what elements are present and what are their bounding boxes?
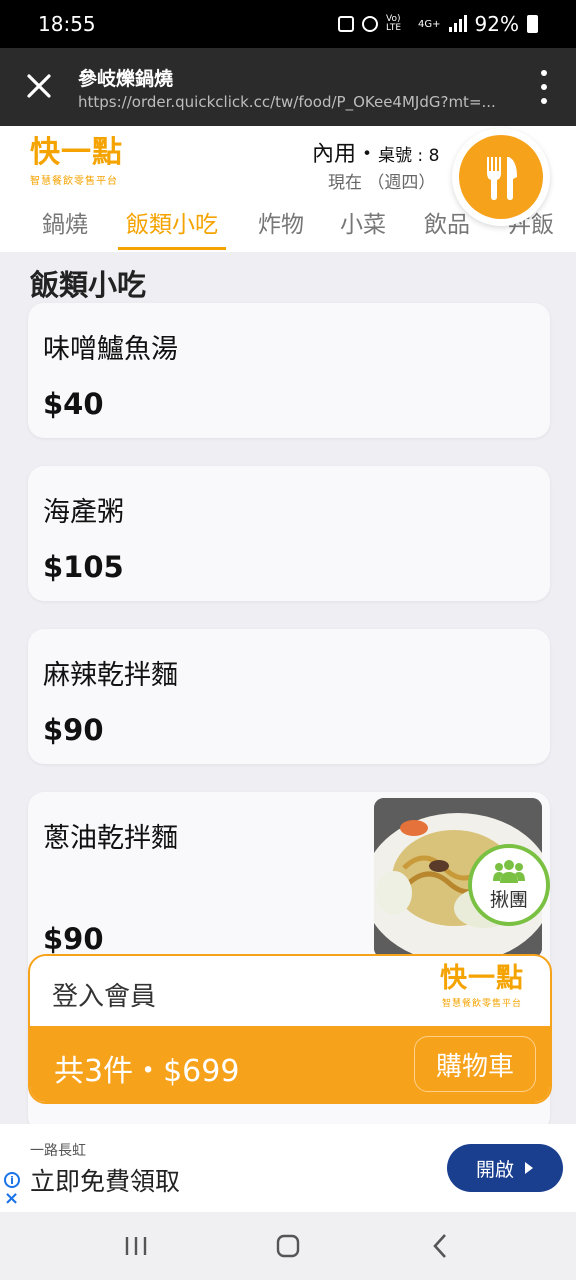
menu-item-price: $90 bbox=[43, 713, 104, 747]
order-time: 現在 （週四） bbox=[328, 173, 436, 193]
ad-open-label: 開啟 bbox=[475, 1158, 514, 1181]
back-button[interactable] bbox=[420, 1226, 460, 1266]
group-order-button[interactable]: 揪團 bbox=[468, 844, 550, 926]
more-options-button[interactable] bbox=[536, 70, 552, 104]
close-icon bbox=[27, 74, 51, 98]
close-button[interactable] bbox=[18, 65, 60, 107]
dot-icon bbox=[541, 98, 547, 104]
dining-mode: 內用 bbox=[312, 142, 357, 167]
ad-info-icon[interactable]: i bbox=[4, 1172, 20, 1188]
status-time: 18:55 bbox=[38, 12, 96, 36]
network-type-label: 4G+ bbox=[418, 18, 441, 30]
menu-item-name: 蔥油乾拌麵 bbox=[43, 823, 178, 854]
recent-apps-button[interactable] bbox=[116, 1226, 156, 1266]
ad-close-icon[interactable]: × bbox=[4, 1190, 19, 1208]
cart-button[interactable]: 購物車 bbox=[414, 1036, 536, 1092]
cart-brand-logo: 快一點 智慧餐飲零售平台 bbox=[440, 963, 524, 1010]
status-icons: Vo) LTE 4G+ 92% bbox=[338, 12, 538, 36]
order-info: 內用・桌號 : 8 bbox=[312, 142, 440, 167]
logo-text: 快一點 bbox=[440, 963, 524, 994]
logo-subtitle: 智慧餐飲零售平台 bbox=[441, 999, 522, 1009]
tab-rice-snacks[interactable]: 飯類小吃 bbox=[118, 206, 226, 250]
battery-icon bbox=[527, 15, 538, 33]
signal-icon bbox=[448, 15, 467, 32]
cart-panel: 登入會員 快一點 智慧餐飲零售平台 共3件・$699 購物車 bbox=[28, 954, 552, 1104]
logo-text: 快一點 bbox=[30, 135, 123, 170]
tab-side-dishes[interactable]: 小菜 bbox=[340, 206, 386, 250]
alarm-icon bbox=[362, 16, 379, 32]
app-notification-icon bbox=[338, 16, 355, 32]
tab-drinks[interactable]: 飲品 bbox=[424, 206, 470, 250]
fork-knife-icon bbox=[487, 157, 517, 200]
cart-bar[interactable]: 共3件・$699 購物車 bbox=[30, 1026, 550, 1102]
ad-headline: 立即免費領取 bbox=[30, 1167, 181, 1196]
dot-icon bbox=[541, 70, 547, 76]
menu-item-card[interactable]: 海產粥 $105 bbox=[28, 466, 550, 601]
ad-banner[interactable]: 一路長虹 立即免費領取 i × 開啟 bbox=[0, 1124, 576, 1212]
status-bar: 18:55 Vo) LTE 4G+ 92% bbox=[0, 0, 576, 48]
group-order-label: 揪團 bbox=[489, 888, 528, 911]
menu-item-name: 麻辣乾拌麵 bbox=[43, 660, 178, 691]
cart-summary: 共3件・$699 bbox=[54, 1054, 240, 1089]
menu-item-price: $90 bbox=[43, 922, 104, 956]
back-icon bbox=[433, 1234, 446, 1258]
section-title: 飯類小吃 bbox=[30, 268, 147, 302]
recent-apps-icon bbox=[125, 1237, 147, 1255]
dot-icon bbox=[541, 84, 547, 90]
play-arrow-icon bbox=[525, 1162, 533, 1174]
table-number: 桌號 : 8 bbox=[378, 146, 440, 166]
menu-item-card[interactable]: 麻辣乾拌麵 $90 bbox=[28, 629, 550, 764]
menu-item-name: 味噌鱸魚湯 bbox=[43, 334, 178, 365]
tab-guoshao[interactable]: 鍋燒 bbox=[42, 206, 88, 250]
home-icon bbox=[276, 1234, 300, 1258]
page-url[interactable]: https://order.quickclick.cc/tw/food/P_OK… bbox=[78, 93, 508, 111]
menu-fab-button[interactable] bbox=[452, 128, 550, 226]
menu-item-price: $105 bbox=[43, 550, 124, 584]
ad-open-button[interactable]: 開啟 bbox=[447, 1144, 563, 1192]
menu-item-name: 海產粥 bbox=[43, 497, 124, 528]
menu-item-price: $40 bbox=[43, 387, 104, 421]
logo-subtitle: 智慧餐飲零售平台 bbox=[30, 176, 118, 187]
volte-label: Vo) LTE bbox=[386, 14, 402, 33]
ad-brand: 一路長虹 bbox=[30, 1143, 86, 1159]
brand-logo[interactable]: 快一點 智慧餐飲零售平台 bbox=[30, 135, 123, 188]
battery-percent: 92% bbox=[474, 12, 519, 36]
page-title: 參岐爍鍋燒 bbox=[78, 68, 174, 90]
member-login-link[interactable]: 登入會員 bbox=[52, 976, 156, 1013]
home-button[interactable] bbox=[268, 1226, 308, 1266]
browser-toolbar: 參岐爍鍋燒 https://order.quickclick.cc/tw/foo… bbox=[0, 48, 576, 126]
system-navbar bbox=[0, 1212, 576, 1280]
menu-item-card[interactable]: 味噌鱸魚湯 $40 bbox=[28, 303, 550, 438]
group-icon bbox=[493, 859, 525, 883]
tab-fried[interactable]: 炸物 bbox=[258, 206, 304, 250]
